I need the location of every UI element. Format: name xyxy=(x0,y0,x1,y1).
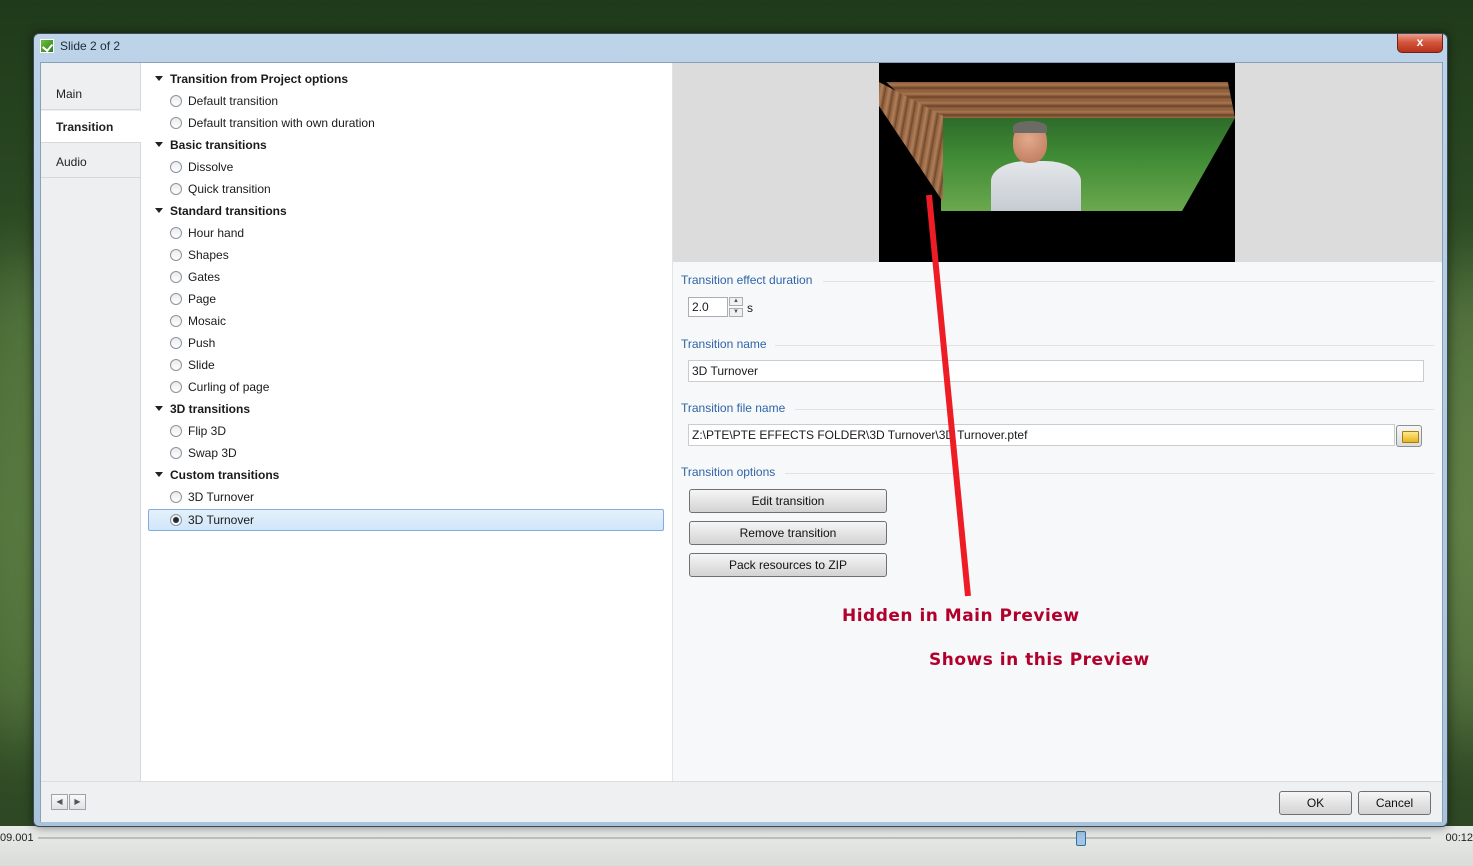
annotation-arrow-line xyxy=(926,194,971,597)
